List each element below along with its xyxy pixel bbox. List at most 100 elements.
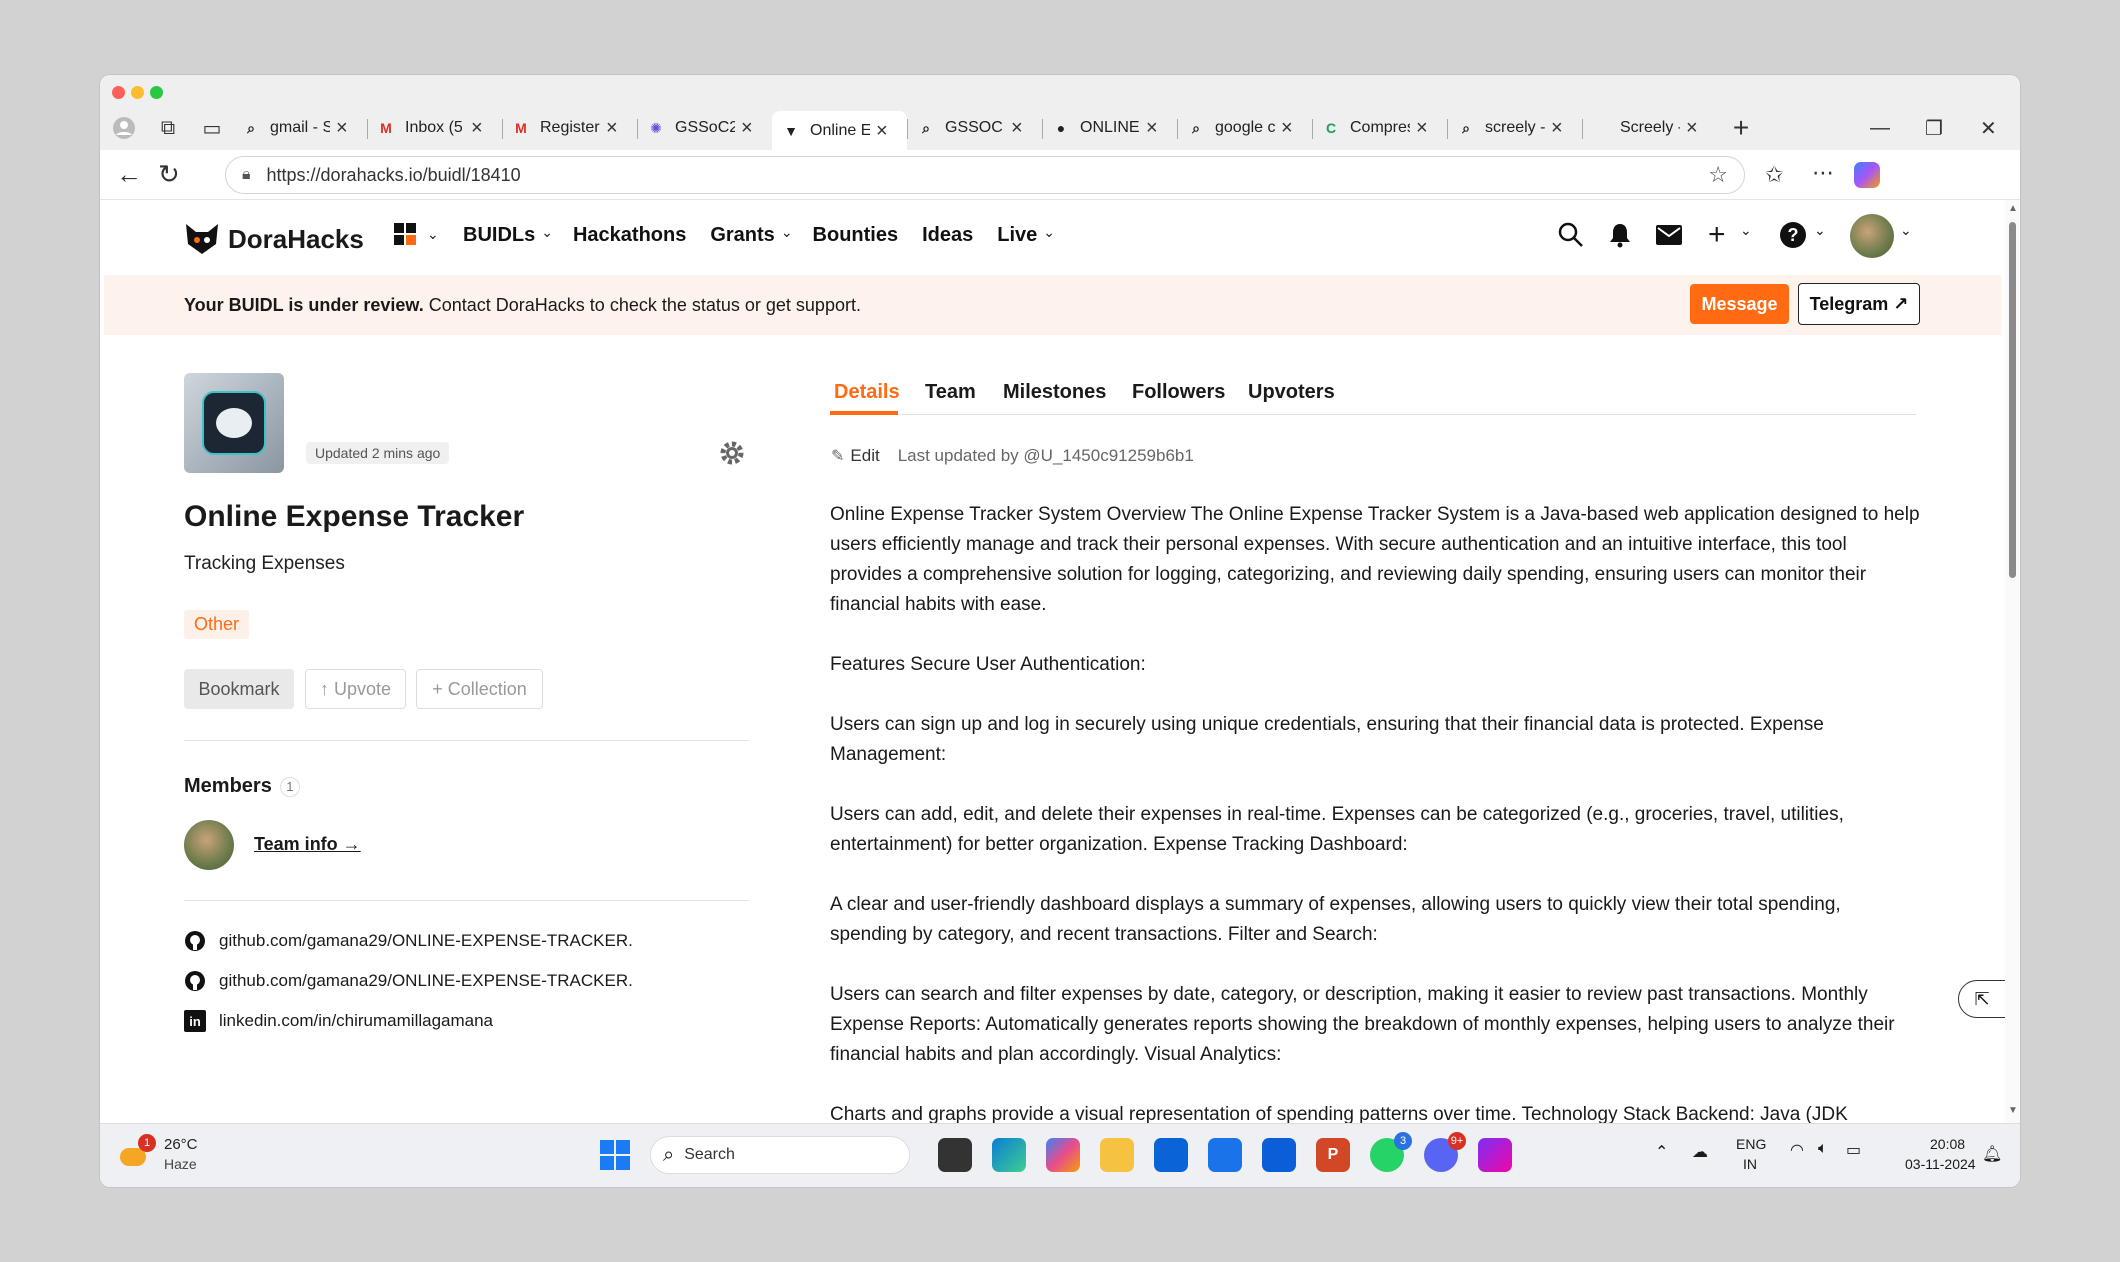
restore-icon[interactable]: ❐ — [1925, 107, 1943, 149]
close-tab-icon[interactable]: × — [741, 117, 753, 140]
help-icon[interactable]: ? — [1780, 222, 1806, 248]
close-tab-icon[interactable]: × — [471, 117, 483, 140]
windows-start-icon[interactable] — [600, 1140, 630, 1170]
telegram-button[interactable]: Telegram ↗ — [1798, 283, 1920, 325]
tab-details[interactable]: Details — [834, 381, 900, 404]
tab-10[interactable]: Screely - × — [1582, 111, 1717, 145]
scroll-down-icon[interactable]: ▼ — [2008, 1105, 2018, 1116]
favorite-star-icon[interactable]: ☆ — [1708, 162, 1728, 188]
tab-2[interactable]: M Register × — [502, 111, 637, 145]
nav-live[interactable]: Live — [997, 224, 1037, 247]
clipchamp-icon[interactable] — [1478, 1138, 1512, 1172]
close-tab-icon[interactable]: × — [1551, 117, 1563, 140]
message-button[interactable]: Message — [1690, 284, 1789, 324]
wifi-icon[interactable]: ◠ — [1790, 1140, 1804, 1160]
nav-ideas[interactable]: Ideas — [922, 224, 973, 247]
notification-bell-icon[interactable]: 🔔︎ — [1982, 1144, 2002, 1164]
close-tab-icon[interactable]: × — [1011, 117, 1023, 140]
share-icon[interactable]: ⇱ — [1958, 980, 2005, 1018]
tab-milestones[interactable]: Milestones — [1003, 381, 1106, 404]
volume-icon[interactable]: 🔈︎ — [1818, 1140, 1828, 1158]
chevron-up-icon[interactable]: ⌃ — [1655, 1142, 1668, 1162]
new-tab-icon[interactable]: + — [1721, 111, 1761, 145]
scroll-up-icon[interactable]: ▲ — [2008, 203, 2018, 214]
tab-1[interactable]: M Inbox (5 × — [367, 111, 502, 145]
close-tab-icon[interactable]: × — [876, 120, 888, 143]
language-region[interactable]: IN — [1743, 1156, 1757, 1172]
copilot-icon[interactable] — [1046, 1138, 1080, 1172]
user-avatar[interactable] — [1850, 214, 1894, 258]
chevron-down-icon[interactable]: ⌄ — [1740, 222, 1752, 239]
clock-date[interactable]: 03-11-2024 — [1905, 1156, 1976, 1172]
chevron-down-icon[interactable]: ⌄ — [1900, 222, 1912, 239]
profile-icon[interactable] — [104, 111, 144, 145]
chevron-down-icon[interactable]: ⌄ — [427, 226, 439, 243]
scrollbar[interactable]: ▲ ▼ — [2005, 200, 2020, 1123]
window-close-icon[interactable]: ✕ — [1980, 107, 1997, 149]
scroll-thumb[interactable] — [2009, 222, 2016, 578]
nav-bounties[interactable]: Bounties — [813, 224, 899, 247]
tab-5[interactable]: ⌕GSSOC L× — [907, 111, 1042, 145]
tab-9[interactable]: ⌕ screely - × — [1447, 111, 1582, 145]
linkedin-link[interactable]: in linkedin.com/in/chirumamillagamana — [184, 1010, 633, 1032]
nav-grants[interactable]: Grants — [710, 224, 774, 247]
file-explorer-icon[interactable] — [1100, 1138, 1134, 1172]
close-tab-icon[interactable]: × — [606, 117, 618, 140]
favorites-icon[interactable]: ✩ — [1765, 162, 1783, 188]
edit-link[interactable]: Edit — [850, 446, 879, 466]
refresh-icon[interactable]: ↻ — [158, 159, 180, 190]
clock-time[interactable]: 20:08 — [1930, 1136, 1965, 1152]
github-link[interactable]: github.com/gamana29/ONLINE-EXPENSE-TRACK… — [184, 930, 633, 952]
mail-icon[interactable] — [1656, 225, 1682, 245]
team-info-link[interactable]: Team info → — [254, 834, 361, 855]
close-tab-icon[interactable]: × — [1416, 117, 1428, 140]
close-tab-icon[interactable]: × — [336, 117, 348, 140]
close-tab-icon[interactable]: × — [1146, 117, 1158, 140]
tab-4-active[interactable]: ▼ Online E × — [772, 111, 907, 151]
search-icon[interactable] — [1558, 222, 1584, 248]
minimize-dot[interactable] — [131, 86, 144, 99]
edge-icon[interactable] — [992, 1138, 1026, 1172]
nav-hackathons[interactable]: Hackathons — [573, 224, 686, 247]
close-tab-icon[interactable]: × — [1281, 117, 1293, 140]
nav-buidls[interactable]: BUIDLs — [463, 224, 535, 247]
powerpoint-icon[interactable]: P — [1316, 1138, 1350, 1172]
create-plus-icon[interactable]: + — [1708, 218, 1726, 252]
chevron-down-icon[interactable]: ⌄ — [1814, 222, 1826, 239]
collection-button[interactable]: + Collection — [416, 669, 543, 709]
tab-7[interactable]: ⌕ google c × — [1177, 111, 1312, 145]
taskbar-search[interactable]: ⌕ Search — [650, 1136, 910, 1174]
terminal-icon[interactable] — [938, 1138, 972, 1172]
vertical-tabs-icon[interactable]: ▭ — [192, 111, 232, 145]
tab-team[interactable]: Team — [925, 381, 976, 404]
app-icon[interactable] — [1208, 1138, 1242, 1172]
tab-8[interactable]: C Compres × — [1312, 111, 1447, 145]
workspaces-icon[interactable]: ⧉ — [148, 111, 188, 145]
tab-6[interactable]: ● ONLINE × — [1042, 111, 1177, 145]
zoom-icon[interactable] — [1154, 1138, 1188, 1172]
close-dot[interactable] — [112, 86, 125, 99]
member-avatar[interactable] — [184, 820, 234, 870]
battery-icon[interactable]: ▭ — [1846, 1140, 1861, 1160]
category-tag[interactable]: Other — [184, 610, 250, 639]
apps-grid-icon[interactable] — [393, 222, 417, 246]
tab-upvoters[interactable]: Upvoters — [1248, 381, 1335, 404]
more-icon[interactable]: ⋯ — [1812, 160, 1834, 186]
upvote-button[interactable]: ↑ Upvote — [305, 669, 406, 709]
maximize-dot[interactable] — [150, 86, 163, 99]
store-icon[interactable] — [1262, 1138, 1296, 1172]
tab-3[interactable]: ✺GSSoC24× — [637, 111, 772, 145]
brand[interactable]: DoraHacks — [184, 222, 364, 256]
github-link[interactable]: github.com/gamana29/ONLINE-EXPENSE-TRACK… — [184, 970, 633, 992]
url-bar[interactable]: 🔒︎ https://dorahacks.io/buidl/18410 ☆ — [225, 156, 1745, 194]
tab-followers[interactable]: Followers — [1132, 381, 1225, 404]
gear-icon[interactable] — [719, 440, 745, 466]
cloud-icon[interactable]: ☁ — [1692, 1142, 1708, 1162]
bell-icon[interactable] — [1608, 222, 1632, 248]
language-code[interactable]: ENG — [1736, 1136, 1766, 1152]
minimize-icon[interactable]: — — [1870, 107, 1890, 149]
back-icon[interactable]: ← — [116, 159, 142, 190]
tab-0[interactable]: ⌕ gmail - S × — [232, 111, 367, 145]
close-tab-icon[interactable]: × — [1686, 117, 1698, 140]
copilot-icon[interactable] — [1854, 162, 1880, 188]
